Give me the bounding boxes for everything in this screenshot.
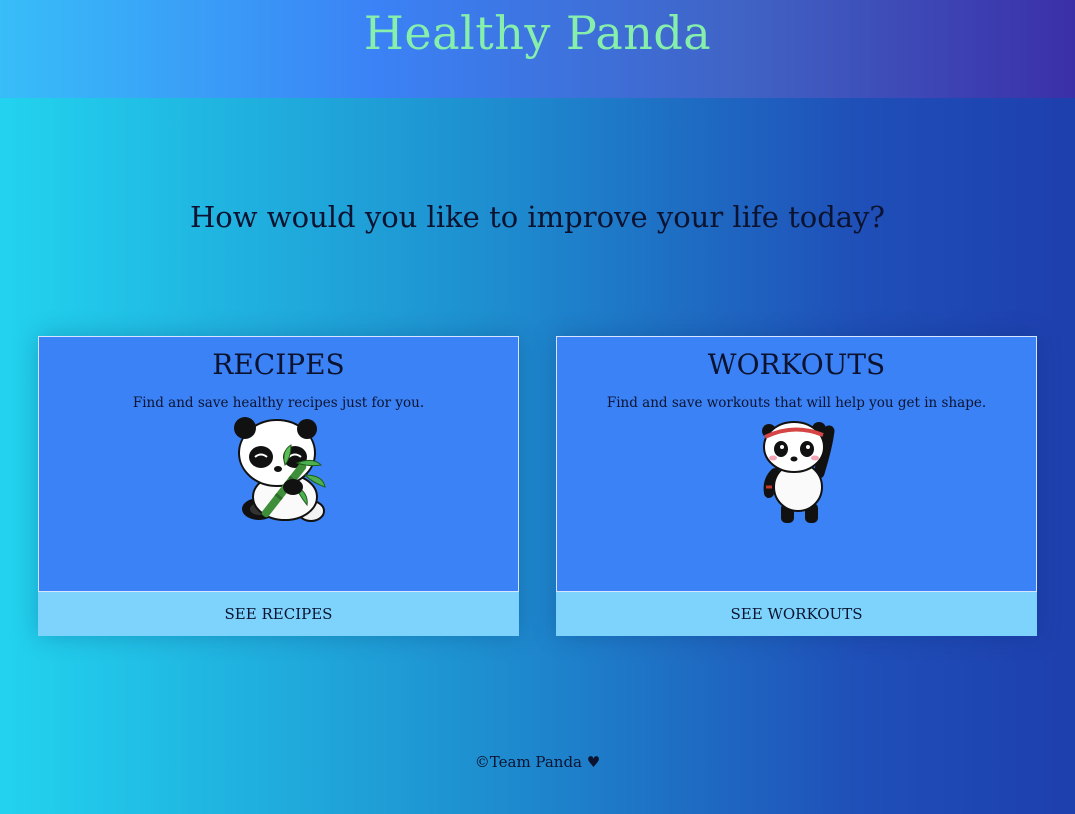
site-title: Healthy Panda [363, 6, 712, 60]
recipes-card-title: RECIPES [212, 348, 345, 381]
panda-exercising-icon [762, 421, 835, 523]
workouts-card-body: WORKOUTS Find and save workouts that wil… [556, 336, 1037, 592]
site-header: Healthy Panda [0, 0, 1075, 98]
workouts-card-description: Find and save workouts that will help yo… [606, 395, 987, 411]
footer-credit: ©Team Panda ♥ [474, 753, 601, 771]
workouts-card-title: WORKOUTS [707, 348, 886, 381]
see-recipes-button[interactable]: SEE RECIPES [38, 592, 519, 636]
recipes-card: RECIPES Find and save healthy recipes ju… [38, 336, 519, 636]
see-workouts-button[interactable]: SEE WORKOUTS [556, 592, 1037, 636]
panda-eating-bamboo-icon [234, 417, 326, 522]
recipes-card-description: Find and save healthy recipes just for y… [132, 395, 425, 411]
recipes-card-body: RECIPES Find and save healthy recipes ju… [38, 336, 519, 592]
workouts-card: WORKOUTS Find and save workouts that wil… [556, 336, 1037, 636]
page-question: How would you like to improve your life … [190, 200, 885, 234]
